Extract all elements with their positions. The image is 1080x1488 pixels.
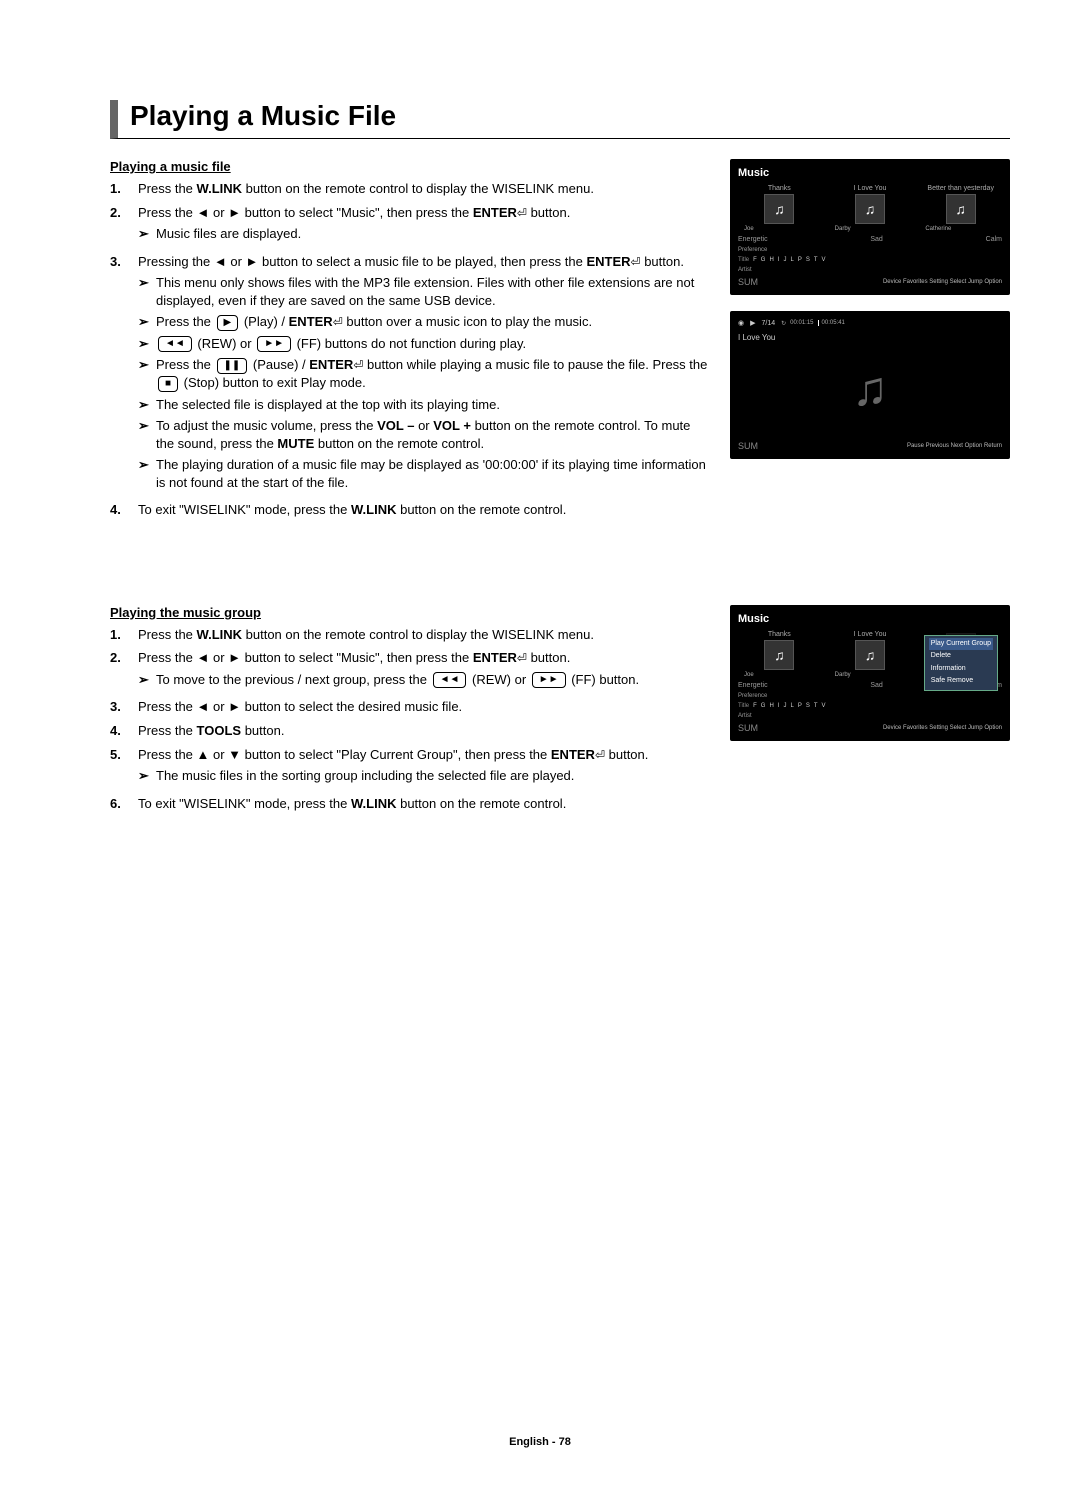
- page-footer: English - 78: [0, 1436, 1080, 1448]
- page-title-bar: Playing a Music File: [110, 100, 1010, 139]
- page-title: Playing a Music File: [130, 100, 1010, 138]
- context-menu: Play Current Group Delete Information Sa…: [924, 635, 998, 691]
- rewind-icon: ◄◄: [158, 336, 192, 352]
- music-note-icon: ♫: [855, 194, 885, 224]
- rewind-icon: ◄◄: [433, 672, 467, 688]
- music-note-icon: ♫: [946, 194, 976, 224]
- enter-icon: ⏎: [631, 254, 641, 270]
- play-icon: ▶: [217, 315, 239, 331]
- music-note-icon: ♫: [855, 640, 885, 670]
- screenshot-music-player: ◉ ▶ 7/14 ↻00:01:1500:05:41 I Love You ♫ …: [730, 311, 1010, 459]
- screenshot-music-group: Music Thanks♫Joe I Love You♫Darby ♫ Play…: [730, 605, 1010, 741]
- fast-forward-icon: ►►: [257, 336, 291, 352]
- section-heading-1: Playing a music file: [110, 159, 710, 174]
- section-heading-2: Playing the music group: [110, 605, 710, 620]
- enter-icon: ⏎: [333, 314, 343, 330]
- music-note-icon: ♫: [764, 194, 794, 224]
- stop-icon: ■: [158, 376, 178, 392]
- enter-icon: ⏎: [517, 650, 527, 666]
- pause-icon: ❚❚: [217, 358, 248, 374]
- music-note-icon: ♫: [738, 342, 1002, 437]
- fast-forward-icon: ►►: [532, 672, 566, 688]
- enter-icon: ⏎: [517, 205, 527, 221]
- enter-icon: ⏎: [595, 747, 605, 763]
- enter-icon: ⏎: [353, 357, 363, 373]
- steps-list-2: 1.Press the W.LINK button on the remote …: [110, 626, 710, 812]
- music-note-icon: ♫: [764, 640, 794, 670]
- steps-list-1: 1.Press the W.LINK button on the remote …: [110, 180, 710, 519]
- disc-icon: ◉: [738, 319, 744, 327]
- screenshot-music-browser: Music Thanks♫Joe I Love You♫Darby Better…: [730, 159, 1010, 295]
